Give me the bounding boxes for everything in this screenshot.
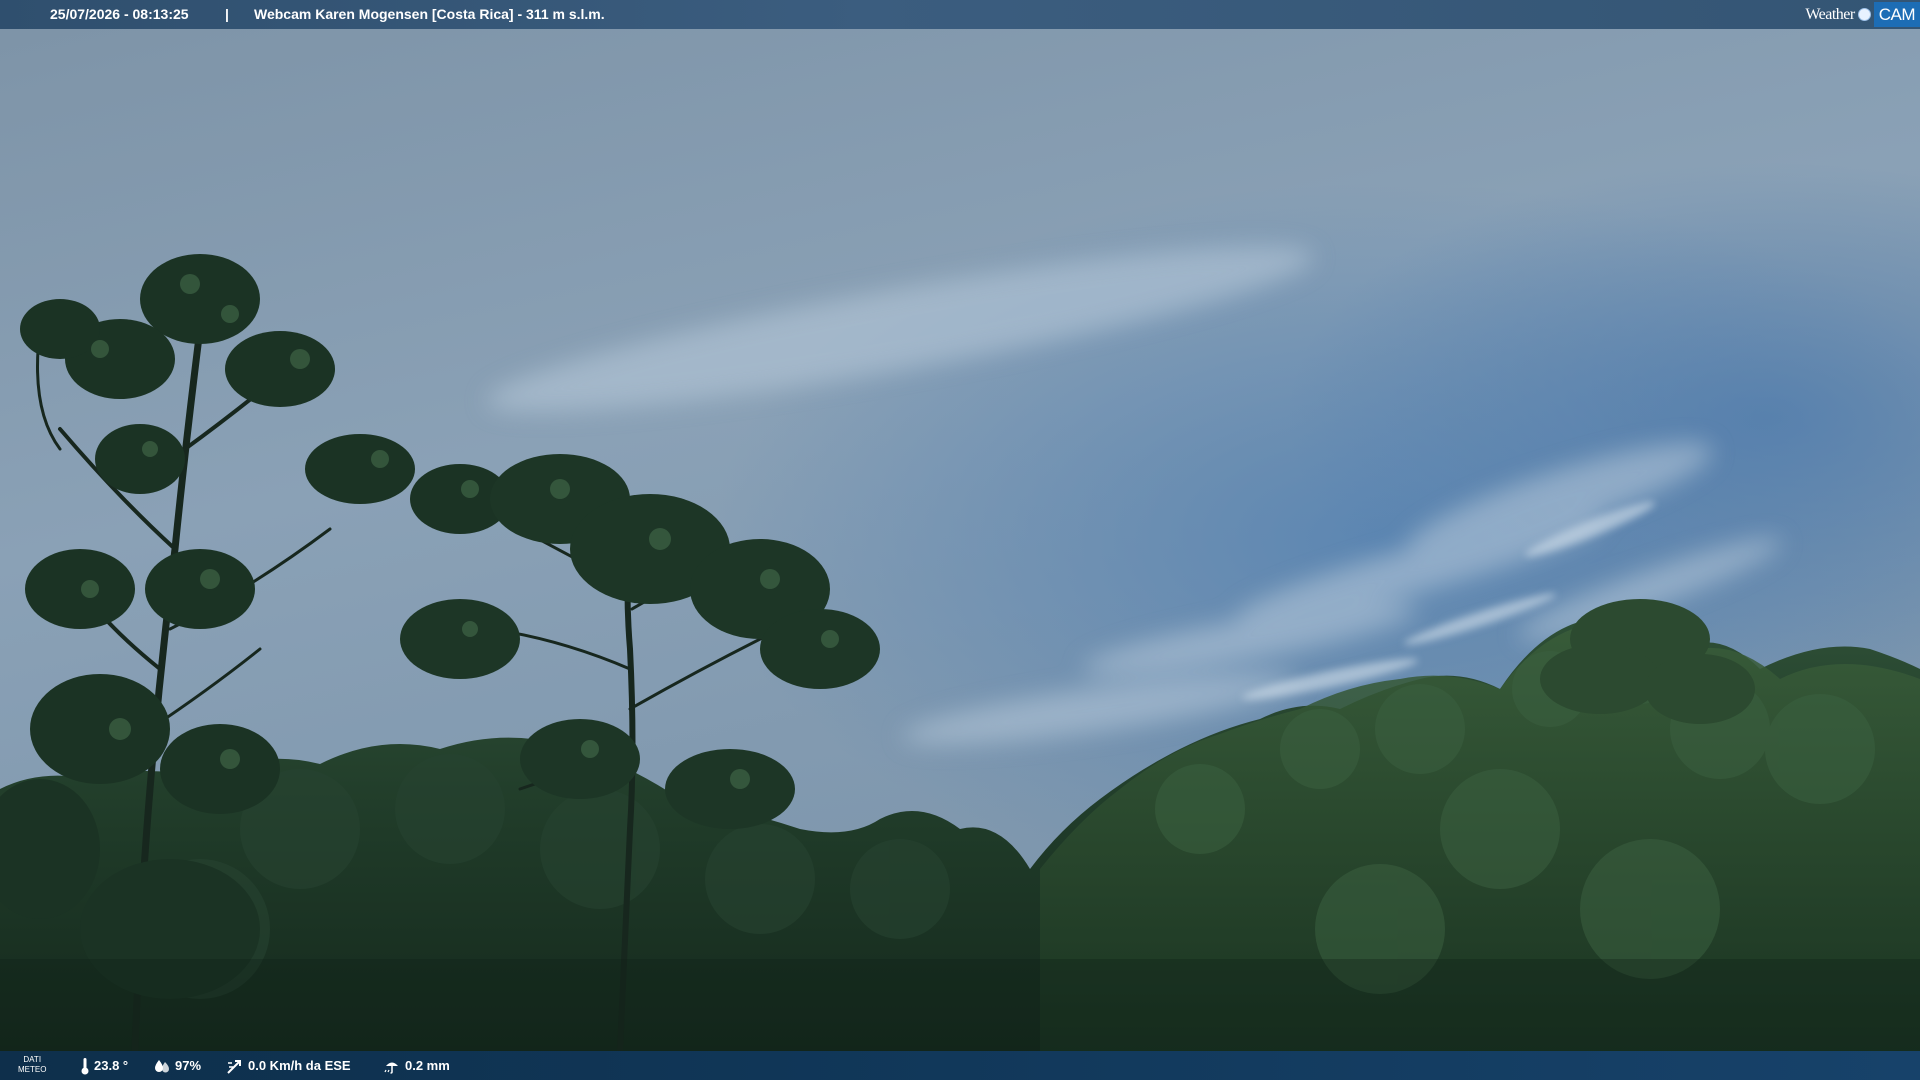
logo-weather-text: Weather: [1805, 6, 1855, 23]
wind-icon: [227, 1059, 241, 1074]
rain-value: 0.2 mm: [405, 1058, 450, 1073]
logo-dot-icon: [1857, 8, 1871, 21]
webcam-title: Webcam Karen Mogensen [Costa Rica] - 311…: [254, 6, 605, 22]
weather-data-bar: DATI METEO 23.8 ° 97% 0.0 Km/h da ESE 0.…: [0, 1051, 1920, 1080]
temperature-reading: 23.8 °: [80, 1051, 128, 1080]
timestamp: 25/07/2026 - 08:13:25: [50, 6, 189, 22]
rain-gauge-icon: [384, 1062, 398, 1074]
thermometer-icon: [81, 1057, 89, 1074]
weather-data-label: DATI METEO: [18, 1055, 47, 1074]
webcam-image: [0, 29, 1920, 1051]
header-separator: |: [225, 6, 229, 22]
weathercam-logo[interactable]: Weather CAM: [1805, 0, 1920, 29]
temperature-value: 23.8 °: [94, 1058, 129, 1073]
rain-reading: 0.2 mm: [383, 1051, 450, 1080]
humidity-reading: 97%: [153, 1051, 201, 1080]
webcam-header-bar: 25/07/2026 - 08:13:25 | Webcam Karen Mog…: [0, 0, 1920, 29]
humidity-value: 97%: [175, 1058, 202, 1073]
wind-value: 0.0 Km/h da ESE: [248, 1058, 351, 1073]
humidity-drop-icon: [155, 1059, 169, 1072]
logo-cam-text: CAM: [1873, 2, 1920, 27]
wind-reading: 0.0 Km/h da ESE: [226, 1051, 351, 1080]
